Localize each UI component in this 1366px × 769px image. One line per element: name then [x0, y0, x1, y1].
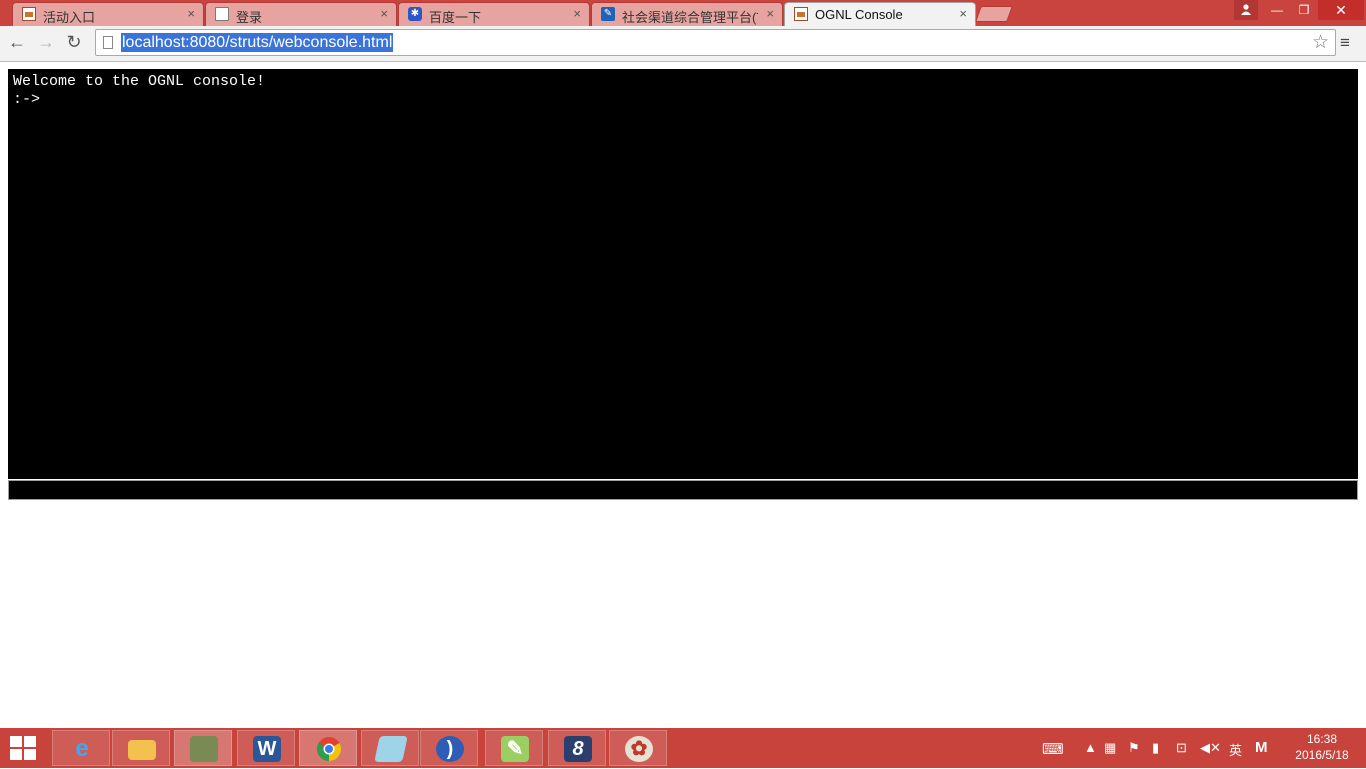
baidu-paw-icon: ✱	[408, 7, 422, 21]
close-tab-icon[interactable]: ×	[959, 6, 967, 21]
close-window-button[interactable]: ✕	[1318, 0, 1364, 20]
keyboard-icon[interactable]: ⌨	[1042, 740, 1064, 758]
internet-explorer-icon: e	[75, 735, 89, 762]
close-tab-icon[interactable]: ×	[573, 6, 581, 21]
tab-label: 百度一下	[429, 10, 482, 25]
new-tab-button[interactable]	[975, 6, 1013, 22]
tab-label: OGNL Console	[815, 7, 903, 22]
reload-button[interactable]: ↻	[63, 31, 85, 53]
picture-favicon-icon	[22, 7, 36, 21]
console-output-text: Welcome to the OGNL console! :->	[13, 73, 266, 108]
taskbar-sublime-app[interactable]: 8	[548, 730, 606, 766]
taskbar-google-chrome[interactable]	[299, 730, 357, 766]
word-icon: W	[253, 736, 281, 762]
browser-menu-button[interactable]: ≡	[1340, 33, 1350, 53]
page-favicon-icon	[215, 7, 229, 21]
network-icon[interactable]: ⊡	[1176, 740, 1187, 756]
network-app-icon[interactable]: ▦	[1104, 740, 1116, 756]
tab-login[interactable]: 登录 ×	[205, 2, 397, 26]
taskbar-photo-app[interactable]	[174, 730, 232, 766]
tab-activity-entry[interactable]: 活动入口 ×	[12, 2, 204, 26]
tab-label: 登录	[236, 10, 263, 25]
taskbar-paint-app[interactable]: ✿	[609, 730, 667, 766]
tab-baidu[interactable]: ✱ 百度一下 ×	[398, 2, 590, 26]
forward-button[interactable]: →	[35, 31, 57, 53]
taskbar-internet-explorer[interactable]: e	[52, 730, 110, 766]
ime-language-indicator[interactable]: 英	[1229, 740, 1242, 759]
system-clock[interactable]: 16:38 2016/5/18	[1280, 731, 1364, 763]
taskbar-notepad-plus[interactable]: ✎	[485, 730, 543, 766]
page-info-icon[interactable]	[103, 36, 113, 49]
bookmark-star-icon[interactable]: ☆	[1312, 31, 1329, 54]
windows-taskbar: e W ) ✎ 8 ✿ ⌨ ▲ ▦ ⚑ ▮ ⊡ ◀✕ 英 M 16:38 201…	[0, 728, 1366, 768]
browser-toolbar: ← → ↻ localhost:8080/struts/webconsole.h…	[0, 26, 1366, 62]
close-tab-icon[interactable]: ×	[766, 6, 774, 21]
close-tab-icon[interactable]: ×	[187, 6, 195, 21]
back-button[interactable]: ←	[6, 31, 28, 53]
notepad-plus-icon: ✎	[501, 736, 529, 762]
channel-platform-icon: ✎	[601, 7, 615, 21]
taskbar-notes-app[interactable]	[361, 730, 419, 766]
address-bar[interactable]: localhost:8080/struts/webconsole.html ☆	[95, 29, 1336, 56]
taskbar-media-app[interactable]: )	[420, 730, 478, 766]
s-logo-icon: 8	[564, 736, 592, 762]
tab-label: 活动入口	[43, 10, 96, 25]
tab-label: 社会渠道综合管理平台(TP	[622, 10, 758, 25]
taskbar-file-explorer[interactable]	[112, 730, 170, 766]
picture-favicon-icon	[794, 7, 808, 21]
url-text[interactable]: localhost:8080/struts/webconsole.html	[121, 33, 394, 52]
minimize-button[interactable]: —	[1264, 0, 1290, 20]
ime-mode-indicator[interactable]: M	[1255, 739, 1268, 756]
close-tab-icon[interactable]: ×	[380, 6, 388, 21]
tab-ognl-console[interactable]: OGNL Console ×	[784, 2, 976, 26]
chrome-icon	[315, 736, 343, 762]
taskbar-microsoft-word[interactable]: W	[237, 730, 295, 766]
console-output-area: Welcome to the OGNL console! :->	[8, 69, 1358, 479]
console-command-input[interactable]	[8, 480, 1358, 500]
browser-titlebar: 活动入口 × 登录 × ✱ 百度一下 × ✎ 社会渠道综合管理平台(TP × O…	[0, 0, 1366, 26]
profile-icon[interactable]	[1234, 0, 1258, 20]
battery-icon[interactable]: ▮	[1152, 740, 1159, 756]
windows-start-icon[interactable]	[10, 736, 38, 762]
folder-icon	[128, 740, 156, 760]
notes-icon	[374, 736, 408, 762]
tab-channel-platform[interactable]: ✎ 社会渠道综合管理平台(TP ×	[591, 2, 783, 26]
clock-date: 2016/5/18	[1295, 748, 1349, 762]
volume-muted-icon[interactable]: ◀✕	[1200, 740, 1221, 756]
photo-icon	[190, 736, 218, 762]
paint-palette-icon: ✿	[625, 736, 653, 762]
action-center-flag-icon[interactable]: ⚑	[1128, 740, 1140, 756]
maximize-button[interactable]: ❐	[1290, 0, 1318, 20]
show-hidden-icons-icon[interactable]: ▲	[1084, 740, 1097, 755]
media-icon: )	[436, 736, 464, 762]
clock-time: 16:38	[1306, 732, 1338, 746]
